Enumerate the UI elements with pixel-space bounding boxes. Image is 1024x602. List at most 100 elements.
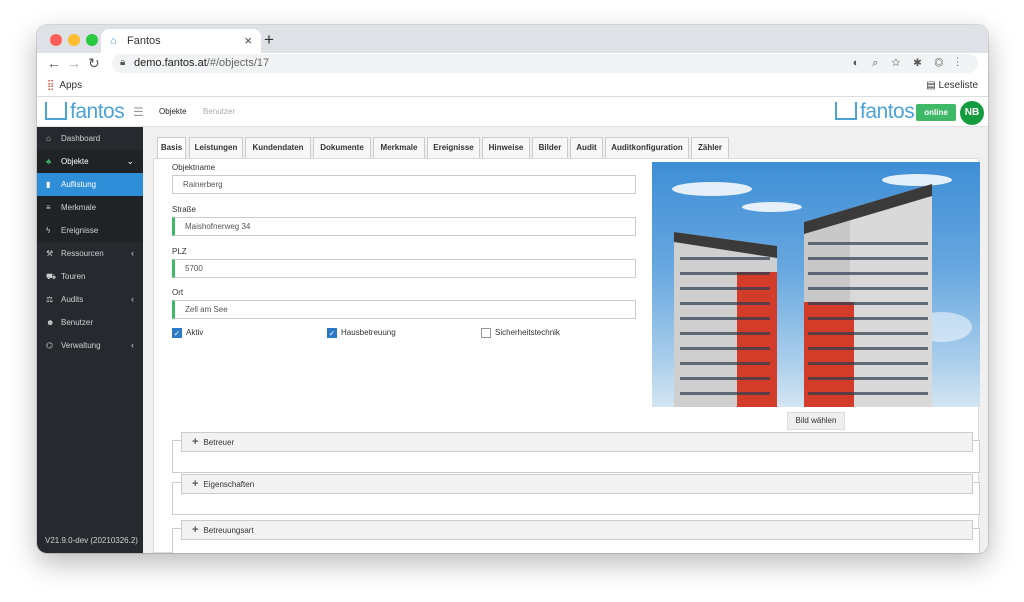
tab-merkmale[interactable]: Merkmale — [373, 137, 425, 158]
chevron-left-icon: ‹ — [131, 248, 134, 258]
strasse-field[interactable]: Maishofnerweg 34 — [172, 217, 636, 236]
chevron-left-icon: ‹ — [131, 294, 134, 304]
close-window-button[interactable] — [50, 34, 62, 46]
users-icon: ☻ — [46, 318, 55, 327]
hamburger-menu-icon[interactable]: ☰ — [133, 105, 144, 119]
section-betreuungsart: + Betreuungsart — [172, 520, 980, 553]
plz-field[interactable]: 5700 — [172, 259, 636, 278]
tab-ereignisse[interactable]: Ereignisse — [427, 137, 480, 158]
reading-list-button[interactable]: ▤ Leseliste — [926, 80, 978, 91]
tab-audit[interactable]: Audit — [570, 137, 603, 158]
main-content: Basis Leistungen Kundendaten Dokumente M… — [143, 127, 988, 553]
eigenschaften-header[interactable]: + Eigenschaften — [181, 474, 973, 494]
betreuer-header[interactable]: + Betreuer — [181, 432, 973, 452]
minimize-window-button[interactable] — [68, 34, 80, 46]
browser-window: ⌂ Fantos × + ← → ↻ 🔒︎ demo.fantos.at/#/o… — [37, 25, 988, 553]
sidebar-item-label: Auflistung — [61, 180, 97, 189]
tab-kundendaten[interactable]: Kundendaten — [245, 137, 311, 158]
reading-list-icon: ▤ — [926, 80, 939, 91]
fantos-logo-right: fantos — [835, 100, 915, 124]
back-icon[interactable]: ← — [47, 55, 61, 71]
chevron-down-icon: ⌄ — [126, 156, 134, 166]
maximize-window-button[interactable] — [86, 34, 98, 46]
leaf-icon: ♣ — [46, 157, 52, 166]
logo-house-icon — [835, 102, 857, 120]
reading-list-label: Leseliste — [938, 80, 978, 91]
tab-strip: ⌂ Fantos × + — [37, 25, 988, 53]
plus-icon: + — [192, 524, 199, 536]
list-icon: ≡ — [46, 203, 51, 212]
sidebar-item-label: Objekte — [61, 157, 89, 166]
sidebar-item-verwaltung[interactable]: ⌬ Verwaltung ‹ — [37, 334, 143, 357]
objektname-field[interactable]: Rainerberg — [172, 175, 636, 194]
address-bar[interactable]: 🔒︎ demo.fantos.at/#/objects/17 ◐⌕☆✱◎⋮ — [112, 54, 978, 73]
bank-icon: ⌬ — [46, 341, 53, 350]
sidebar-item-ressourcen[interactable]: ⚒ Ressourcen ‹ — [37, 242, 143, 265]
plus-icon: + — [192, 478, 199, 490]
lock-icon: 🔒︎ — [120, 57, 126, 68]
tab-title: Fantos — [127, 35, 161, 47]
building-illustration — [674, 184, 932, 407]
app-version: V21.9.0-dev (20210326.2) — [45, 536, 138, 545]
plus-icon: + — [192, 436, 199, 448]
topnav-objekte[interactable]: Objekte — [159, 107, 187, 116]
browser-tab[interactable]: ⌂ Fantos × — [101, 29, 261, 53]
dashboard-icon: ⌂ — [46, 134, 51, 143]
chevron-left-icon: ‹ — [131, 340, 134, 350]
topnav-benutzer[interactable]: Benutzer — [203, 107, 235, 116]
forward-icon[interactable]: → — [67, 55, 81, 71]
bolt-icon: ϟ — [46, 226, 51, 235]
sidebar-item-objekte[interactable]: ♣ Objekte ⌄ — [37, 150, 143, 173]
sidebar: ⌂ Dashboard ♣ Objekte ⌄ ▮ Auflistung ≡ Merkma… — [37, 127, 143, 553]
fantos-favicon-icon: ⌂ — [110, 35, 117, 47]
ort-field[interactable]: Zell am See — [172, 300, 636, 319]
sidebar-item-label: Benutzer — [61, 318, 94, 327]
reload-icon[interactable]: ↻ — [88, 55, 100, 72]
sidebar-item-ereignisse[interactable]: ϟ Ereignisse — [37, 219, 143, 242]
tab-leistungen[interactable]: Leistungen — [189, 137, 243, 158]
browser-toolbar: ← → ↻ 🔒︎ demo.fantos.at/#/objects/17 ◐⌕☆… — [37, 53, 988, 75]
sidebar-item-label: Merkmale — [61, 203, 97, 212]
sidebar-item-merkmale[interactable]: ≡ Merkmale — [37, 196, 143, 219]
aktiv-checkbox[interactable]: ✓ Aktiv — [172, 328, 203, 338]
apps-label: Apps — [59, 80, 83, 91]
logo-house-icon — [45, 102, 67, 120]
tab-dokumente[interactable]: Dokumente — [313, 137, 371, 158]
new-tab-icon[interactable]: + — [264, 30, 274, 50]
sidebar-item-audits[interactable]: ⚖ Audits ‹ — [37, 288, 143, 311]
choose-image-button[interactable]: Bild wählen — [787, 412, 845, 430]
sidebar-item-dashboard[interactable]: ⌂ Dashboard — [37, 127, 143, 150]
checkmark-icon: ✓ — [327, 328, 337, 338]
tab-bilder[interactable]: Bilder — [532, 137, 568, 158]
checkmark-icon: ✓ — [172, 328, 182, 338]
tab-hinweise[interactable]: Hinweise — [482, 137, 530, 158]
checkbox-empty-icon — [481, 328, 491, 338]
sidebar-item-label: Ressourcen — [61, 249, 104, 258]
objektname-label: Objektname — [172, 163, 216, 172]
tab-auditkonfiguration[interactable]: Auditkonfiguration — [605, 137, 689, 158]
close-tab-icon[interactable]: × — [244, 33, 252, 48]
fantos-logo[interactable]: fantos — [45, 100, 125, 124]
sidebar-item-benutzer[interactable]: ☻ Benutzer — [37, 311, 143, 334]
tab-basis[interactable]: Basis — [157, 137, 186, 159]
betreuungsart-header[interactable]: + Betreuungsart — [181, 520, 973, 540]
apps-button[interactable]: ⣿ Apps — [47, 80, 82, 91]
section-betreuer: + Betreuer — [172, 432, 980, 473]
user-avatar[interactable]: NB — [960, 101, 984, 125]
sidebar-item-label: Touren — [61, 272, 86, 281]
section-eigenschaften: + Eigenschaften — [172, 474, 980, 515]
plz-label: PLZ — [172, 247, 187, 256]
apps-grid-icon: ⣿ — [47, 80, 55, 91]
url-text[interactable]: demo.fantos.at/#/objects/17 — [134, 57, 269, 69]
gavel-icon: ⚖ — [46, 295, 54, 304]
sidebar-item-touren[interactable]: ⛟ Touren — [37, 265, 143, 288]
ort-label: Ort — [172, 288, 184, 297]
wrench-icon: ⚒ — [46, 249, 54, 258]
tab-zaehler[interactable]: Zähler — [691, 137, 729, 158]
online-status-badge: online — [916, 104, 956, 121]
document-icon: ▮ — [46, 180, 51, 189]
sidebar-item-auflistung[interactable]: ▮ Auflistung — [37, 173, 143, 196]
sicherheitstechnik-checkbox[interactable]: Sicherheitstechnik — [481, 328, 560, 338]
browser-action-icons[interactable]: ◐⌕☆✱◎⋮ — [853, 57, 972, 70]
hausbetreuung-checkbox[interactable]: ✓ Hausbetreuung — [327, 328, 396, 338]
